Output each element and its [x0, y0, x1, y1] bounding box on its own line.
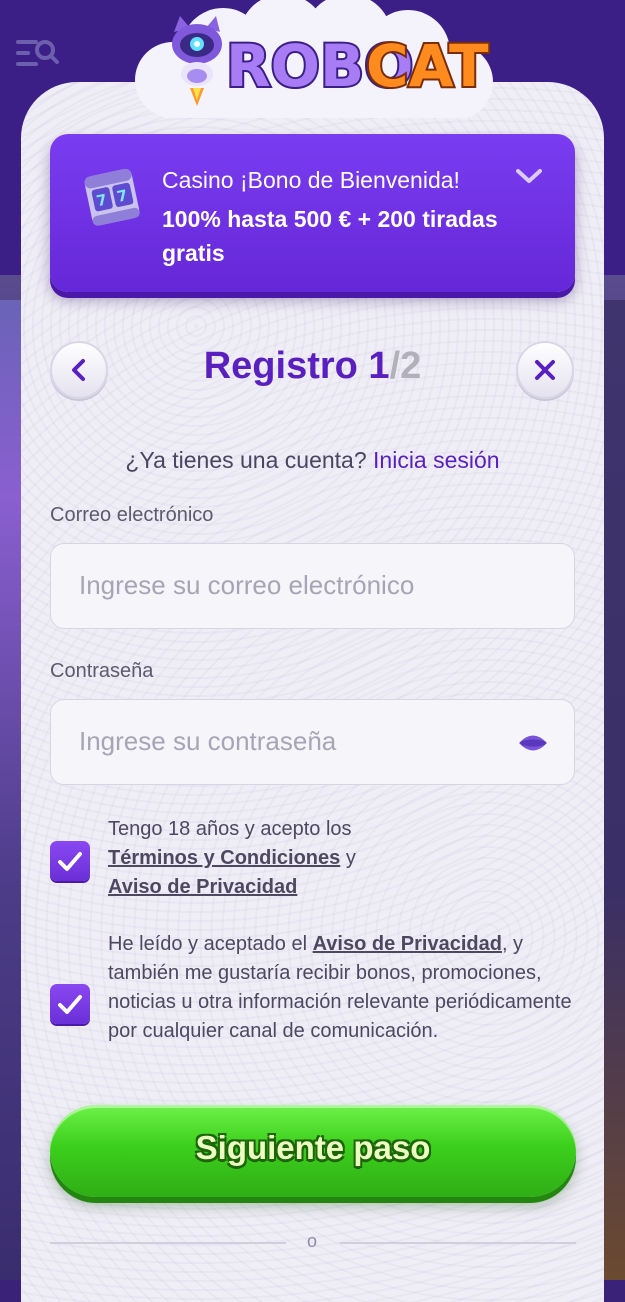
password-placeholder: Ingrese su contraseña — [79, 726, 337, 756]
password-field[interactable]: Ingrese su contraseña — [50, 699, 575, 785]
email-label: Correo electrónico — [50, 504, 214, 526]
next-step-button[interactable]: Siguiente paso — [50, 1105, 576, 1197]
checkmark-icon — [58, 995, 82, 1014]
marketing-text: He leído y aceptado el Aviso de Privacid… — [108, 930, 578, 1046]
password-label: Contraseña — [50, 660, 154, 682]
terms-text-before: Tengo 18 años y acepto los — [108, 818, 352, 840]
robot-cat-mascot-icon — [172, 16, 222, 106]
chevron-down-icon[interactable] — [514, 164, 544, 188]
close-button[interactable] — [516, 341, 574, 399]
login-link[interactable]: Inicia sesión — [373, 447, 500, 473]
marketing-privacy-link[interactable]: Aviso de Privacidad — [313, 933, 502, 955]
close-icon — [535, 360, 555, 380]
welcome-bonus-banner[interactable]: 7 7 Casino ¡Bono de Bienvenida! 100% has… — [50, 134, 575, 292]
email-field[interactable]: Ingrese su correo electrónico — [50, 543, 575, 629]
bonus-title: Casino ¡Bono de Bienvenida! — [162, 167, 460, 193]
divider-text: o — [306, 1231, 317, 1251]
svg-text:CAT: CAT — [366, 32, 489, 100]
privacy-link[interactable]: Aviso de Privacidad — [108, 876, 297, 898]
next-step-label: Siguiente paso — [195, 1129, 431, 1166]
has-account-text: ¿Ya tienes una cuenta? — [125, 447, 367, 473]
eye-icon[interactable] — [517, 732, 549, 754]
terms-text: Tengo 18 años y acepto los Términos y Co… — [108, 815, 578, 902]
menu-search-icon[interactable] — [14, 36, 60, 72]
email-placeholder: Ingrese su correo electrónico — [79, 570, 415, 600]
robocat-logo[interactable]: ROBO CAT — [160, 14, 491, 114]
step-total: /2 — [389, 345, 422, 387]
login-prompt: ¿Ya tienes una cuenta? Inicia sesión — [0, 447, 625, 474]
divider-line-right — [340, 1242, 576, 1244]
marketing-checkbox[interactable] — [50, 984, 90, 1024]
bonus-description: 100% hasta 500 € + 200 tiradas gratis — [162, 206, 498, 266]
checkmark-icon — [58, 852, 82, 871]
step-current: 1 — [368, 345, 390, 387]
terms-link[interactable]: Términos y Condiciones — [108, 847, 340, 869]
divider-line-left — [50, 1242, 286, 1244]
slot-machine-icon: 7 7 — [78, 162, 148, 232]
terms-and: y — [340, 847, 356, 869]
marketing-text-before: He leído y aceptado el — [108, 933, 313, 955]
registration-title-text: Registro — [203, 345, 358, 387]
terms-checkbox[interactable] — [50, 841, 90, 881]
